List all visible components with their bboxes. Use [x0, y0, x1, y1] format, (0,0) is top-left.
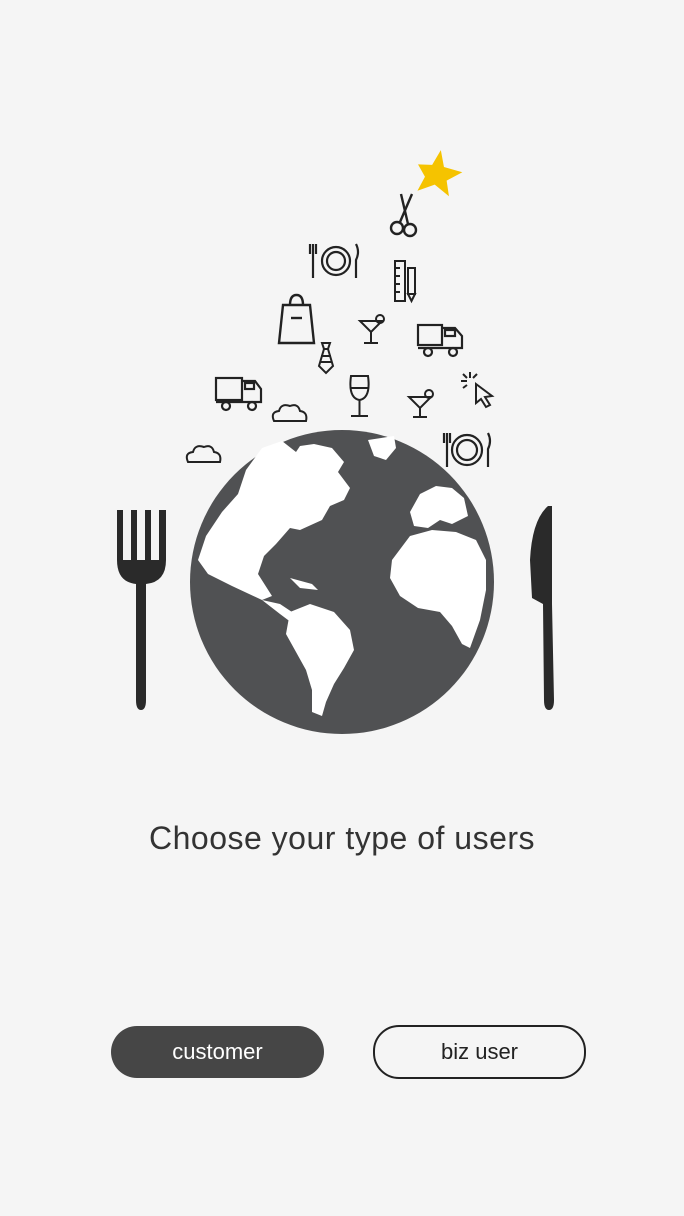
- knife-icon: [530, 506, 554, 710]
- fork-icon: [117, 510, 166, 710]
- customer-button[interactable]: customer: [111, 1026, 324, 1078]
- plate-icon: [442, 432, 492, 467]
- cocktail-icon: [357, 314, 385, 344]
- cloud-icon: [185, 445, 222, 463]
- star-icon: [417, 150, 463, 197]
- globe-icon: [190, 430, 494, 734]
- delivery-truck-icon: [416, 323, 464, 358]
- necktie-icon: [317, 342, 335, 375]
- shopping-bag-icon: [277, 293, 316, 345]
- cursor-click-icon: [461, 372, 495, 409]
- plate-icon: [308, 243, 360, 278]
- wine-glass-icon: [349, 375, 370, 417]
- cocktail-icon: [406, 389, 434, 418]
- user-type-screen: Choose your type of users customer biz u…: [0, 0, 684, 1216]
- biz-user-button[interactable]: biz user: [373, 1025, 586, 1079]
- hero-illustration: [117, 150, 554, 734]
- scissors-icon: [389, 193, 418, 238]
- cloud-icon: [271, 404, 308, 422]
- ruler-pencil-icon: [394, 260, 417, 304]
- user-type-prompt: Choose your type of users: [148, 820, 536, 856]
- truck-icon: [214, 376, 263, 412]
